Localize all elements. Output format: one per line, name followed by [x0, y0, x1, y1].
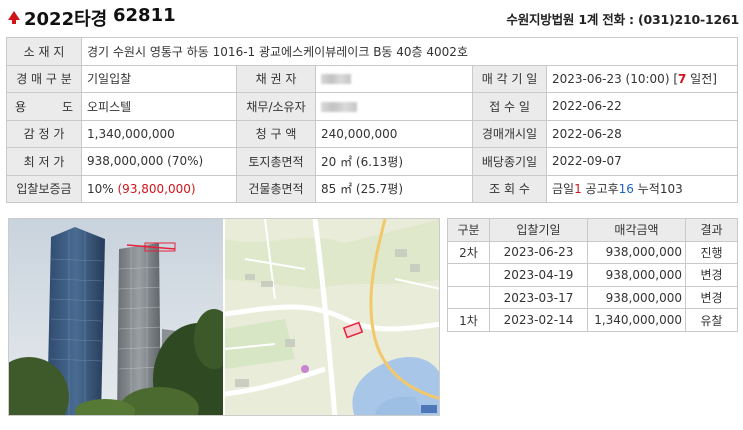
history-amount: 938,000,000 — [587, 285, 686, 310]
location-label: 소 재 지 — [6, 37, 82, 66]
info-row-use: 용 도 오피스텔 채무/소유자 접 수 일 2022-06-22 — [6, 92, 739, 121]
history-result: 변경 — [685, 263, 738, 287]
history-round — [447, 263, 490, 287]
receipt-value: 2022-06-22 — [545, 92, 739, 121]
history-round — [447, 285, 490, 310]
history-round: 1차 — [447, 308, 490, 332]
views-total: 103 — [659, 182, 683, 197]
land-area-value: 20 ㎡ (6.13평) — [315, 147, 473, 176]
appraisal-label: 감 정 가 — [6, 119, 82, 148]
property-media — [8, 218, 440, 416]
views-notice-label: 공고후 — [581, 182, 619, 197]
minimum-value: 938,000,000 (70%) — [81, 147, 237, 176]
use-value: 오피스텔 — [81, 92, 237, 121]
history-round: 2차 — [447, 240, 490, 265]
minimum-label: 최 저 가 — [6, 147, 82, 176]
dividend-value: 2022-09-07 — [545, 147, 739, 176]
history-header-result: 결과 — [685, 218, 738, 242]
history-result: 유찰 — [685, 308, 738, 332]
case-number: 62811 — [113, 5, 176, 26]
location-value: 경기 수원시 영통구 하동 1016-1 광교에스케이뷰레이크 B동 40층 4… — [80, 37, 739, 66]
deposit-amount: (93,800,000) — [117, 181, 196, 196]
history-row: 1차 2023-02-14 1,340,000,000 유찰 — [447, 308, 738, 332]
creditor-value — [315, 64, 473, 93]
sale-date-label: 매 각 기 일 — [472, 64, 547, 93]
deposit-label: 입찰보증금 — [6, 174, 82, 203]
sale-date-text: 2023-06-23 (10:00) [ — [552, 72, 678, 87]
auction-type-value: 기일입찰 — [81, 64, 237, 93]
history-amount: 1,340,000,000 — [587, 308, 686, 332]
redacted-debtor — [321, 101, 357, 112]
start-label: 경매개시일 — [472, 119, 547, 148]
location-map[interactable] — [225, 219, 439, 415]
history-header-date: 입찰기일 — [489, 218, 588, 242]
auction-type-label: 경 매 구 분 — [6, 64, 82, 93]
views-today: 1 — [574, 182, 582, 197]
history-date: 2023-06-23 — [489, 240, 588, 265]
claim-label: 청 구 액 — [236, 119, 316, 148]
building-photo[interactable] — [9, 219, 223, 415]
building-area-value: 85 ㎡ (25.7평) — [315, 174, 473, 203]
history-row: 2차 2023-06-23 938,000,000 진행 — [447, 240, 738, 265]
history-date: 2023-03-17 — [489, 285, 588, 310]
history-header-row: 구분 입찰기일 매각금액 결과 — [447, 218, 738, 242]
history-header-round: 구분 — [447, 218, 490, 242]
building-area-label: 건물총면적 — [236, 174, 316, 203]
history-result: 변경 — [685, 285, 738, 310]
info-row-minimum: 최 저 가 938,000,000 (70%) 토지총면적 20 ㎡ (6.13… — [6, 147, 739, 176]
history-date: 2023-04-19 — [489, 263, 588, 287]
start-value: 2022-06-28 — [545, 119, 739, 148]
history-date: 2023-02-14 — [489, 308, 588, 332]
views-today-label: 금일 — [552, 182, 575, 197]
history-amount: 938,000,000 — [587, 263, 686, 287]
court-info: 수원지방법원 1계 전화 : (031)210-1261 — [506, 12, 739, 27]
history-row: 2023-04-19 938,000,000 변경 — [447, 263, 738, 287]
redacted-creditor — [321, 74, 351, 85]
info-row-appraisal: 감 정 가 1,340,000,000 청 구 액 240,000,000 경매… — [6, 119, 739, 148]
creditor-label: 채 권 자 — [236, 64, 316, 93]
views-label: 조 회 수 — [472, 174, 547, 203]
sale-date-suffix: 일전] — [686, 72, 717, 87]
land-area-label: 토지총면적 — [236, 147, 316, 176]
up-arrow-icon — [8, 11, 20, 24]
views-value: 금일1 공고후16 누적103 — [545, 174, 739, 203]
deposit-value: 10% (93,800,000) — [81, 174, 237, 203]
info-row-location: 소 재 지 경기 수원시 영통구 하동 1016-1 광교에스케이뷰레이크 B동… — [6, 37, 739, 66]
deposit-rate: 10% — [87, 181, 118, 196]
receipt-label: 접 수 일 — [472, 92, 547, 121]
claim-value: 240,000,000 — [315, 119, 473, 148]
debtor-label: 채무/소유자 — [236, 92, 316, 121]
case-year: 2022타경 — [24, 9, 108, 30]
debtor-value — [315, 92, 473, 121]
views-total-label: 누적 — [633, 182, 660, 197]
appraisal-value: 1,340,000,000 — [81, 119, 237, 148]
history-row: 2023-03-17 938,000,000 변경 — [447, 285, 738, 310]
history-amount: 938,000,000 — [587, 240, 686, 265]
history-header-amount: 매각금액 — [587, 218, 686, 242]
info-row-deposit: 입찰보증금 10% (93,800,000) 건물총면적 85 ㎡ (25.7평… — [6, 174, 739, 203]
sale-date-value: 2023-06-23 (10:00) [7 일전] — [545, 64, 739, 93]
dividend-label: 배당종기일 — [472, 147, 547, 176]
use-label: 용 도 — [6, 92, 82, 121]
info-row-type: 경 매 구 분 기일입찰 채 권 자 매 각 기 일 2023-06-23 (1… — [6, 64, 739, 93]
views-notice: 16 — [618, 182, 634, 197]
history-result: 진행 — [685, 240, 738, 265]
auction-history-table: 구분 입찰기일 매각금액 결과 2차 2023-06-23 938,000,00… — [447, 218, 738, 332]
case-header: 2022타경 62811 수원지방법원 1계 전화 : (031)210-126… — [6, 4, 739, 30]
property-info-table: 소 재 지 경기 수원시 영통구 하동 1016-1 광교에스케이뷰레이크 B동… — [6, 37, 739, 203]
